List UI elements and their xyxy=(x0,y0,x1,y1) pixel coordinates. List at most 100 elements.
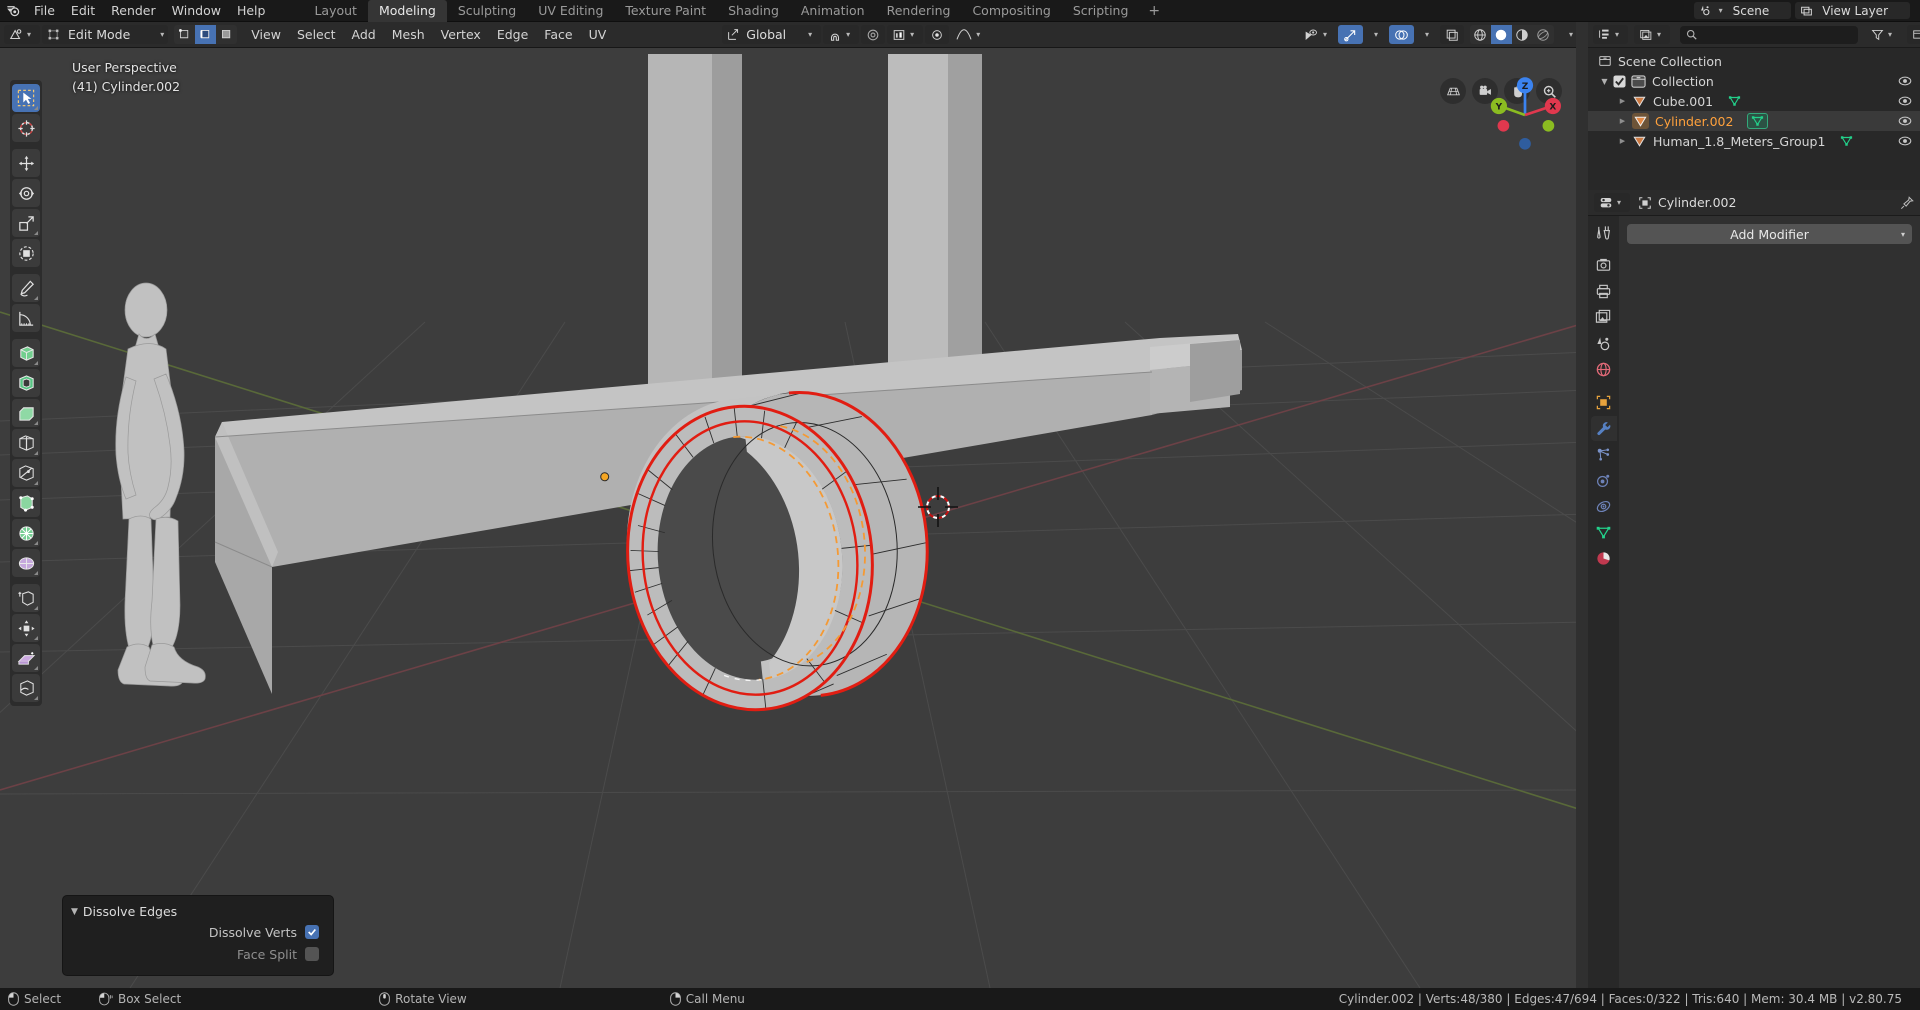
add-workspace-button[interactable]: + xyxy=(1139,3,1169,19)
shading-rendered-button[interactable] xyxy=(1532,25,1554,44)
workspace-tab-compositing[interactable]: Compositing xyxy=(961,0,1061,22)
menu-view[interactable]: View xyxy=(243,24,289,46)
shading-wireframe-button[interactable] xyxy=(1469,25,1491,44)
menu-mesh[interactable]: Mesh xyxy=(384,24,433,46)
eye-icon[interactable] xyxy=(1898,114,1912,128)
edge-slide-tool[interactable] xyxy=(12,584,40,612)
mode-selector[interactable]: Edit Mode ▾ xyxy=(42,25,169,44)
gizmo-toggle-button[interactable] xyxy=(1337,25,1363,44)
workspace-tab-layout[interactable]: Layout xyxy=(303,0,368,22)
menu-uv[interactable]: UV xyxy=(581,24,615,46)
eye-icon[interactable] xyxy=(1898,94,1912,108)
menu-vertex[interactable]: Vertex xyxy=(433,24,489,46)
menu-help[interactable]: Help xyxy=(229,0,274,22)
xray-toggle-button[interactable] xyxy=(1439,25,1464,44)
proportional-editing-toggle[interactable] xyxy=(925,25,950,44)
shear-tool[interactable] xyxy=(12,644,40,672)
menu-face[interactable]: Face xyxy=(536,24,580,46)
workspace-tab-scripting[interactable]: Scripting xyxy=(1062,0,1140,22)
mesh-data-icon[interactable] xyxy=(1839,134,1854,148)
shrink-fatten-tool[interactable] xyxy=(12,614,40,642)
workspace-tab-animation[interactable]: Animation xyxy=(790,0,876,22)
transform-tool[interactable] xyxy=(12,239,40,267)
workspace-tab-shading[interactable]: Shading xyxy=(717,0,790,22)
collection-visibility-checkbox[interactable] xyxy=(1613,74,1626,88)
particles-tab[interactable] xyxy=(1591,442,1617,467)
world-tab[interactable] xyxy=(1591,357,1617,382)
pin-icon[interactable] xyxy=(1900,195,1914,210)
outliner-id-type-icon[interactable]: ▾ xyxy=(1634,25,1671,44)
workspace-tab-sculpting[interactable]: Sculpting xyxy=(447,0,527,22)
bevel-tool[interactable] xyxy=(12,399,40,427)
spin-tool[interactable] xyxy=(12,519,40,547)
properties-editor-icon[interactable]: ▾ xyxy=(1594,193,1631,212)
overlays-toggle-button[interactable] xyxy=(1388,25,1414,44)
workspace-tab-rendering[interactable]: Rendering xyxy=(876,0,962,22)
view-layer-selector[interactable]: View Layer xyxy=(1795,2,1910,19)
proportional-falloff-selector[interactable]: ▾ xyxy=(951,25,989,44)
view-layer-tab[interactable] xyxy=(1591,305,1617,330)
operator-redo-panel[interactable]: ▼ Dissolve Edges Dissolve Verts Face Spl… xyxy=(62,895,334,976)
blender-logo-icon[interactable] xyxy=(0,0,26,22)
rip-region-tool[interactable] xyxy=(12,674,40,702)
menu-add[interactable]: Add xyxy=(344,24,384,46)
cursor-tool[interactable] xyxy=(12,114,40,142)
editor-type-3dview-icon[interactable]: ▾ xyxy=(4,25,41,44)
overlays-dropdown[interactable]: ▾ xyxy=(1416,25,1438,44)
workspace-tab-uv-editing[interactable]: UV Editing xyxy=(527,0,614,22)
outliner-row-human[interactable]: ▶ Human_1.8_Meters_Group1 xyxy=(1588,131,1920,151)
face-select-mode-button[interactable] xyxy=(216,25,238,44)
editor-divider[interactable] xyxy=(1576,22,1588,988)
menu-window[interactable]: Window xyxy=(164,0,229,22)
constraints-tab[interactable] xyxy=(1591,494,1617,519)
modifier-tab[interactable] xyxy=(1590,416,1617,441)
menu-edit[interactable]: Edit xyxy=(63,0,103,22)
extrude-region-tool[interactable] xyxy=(12,339,40,367)
navigation-gizmo[interactable]: Z Y X xyxy=(1480,70,1570,160)
measure-tool[interactable] xyxy=(12,304,40,332)
object-visibility-button[interactable]: ▾ xyxy=(1299,25,1336,44)
mesh-data-icon[interactable] xyxy=(1727,94,1742,108)
menu-render[interactable]: Render xyxy=(103,0,164,22)
menu-select[interactable]: Select xyxy=(289,24,344,46)
scene-tab[interactable] xyxy=(1591,331,1617,356)
tweak-select-box-tool[interactable] xyxy=(12,84,40,112)
eye-icon[interactable] xyxy=(1898,134,1912,148)
render-tab[interactable] xyxy=(1591,253,1617,278)
filter-funnel-icon[interactable]: ▾ xyxy=(1866,25,1901,44)
transform-orientation-selector[interactable]: Global ▾ xyxy=(722,25,822,44)
move-tool[interactable] xyxy=(12,149,40,177)
outliner-row-scene-collection[interactable]: Scene Collection xyxy=(1588,51,1920,71)
vertex-select-mode-button[interactable] xyxy=(174,25,196,44)
knife-tool[interactable] xyxy=(12,459,40,487)
expand-triangle-icon[interactable]: ▶ xyxy=(1616,117,1629,125)
object-tab[interactable] xyxy=(1591,390,1617,415)
object-data-tab[interactable] xyxy=(1591,520,1617,545)
dissolve-verts-checkbox[interactable] xyxy=(305,925,319,939)
output-tab[interactable] xyxy=(1591,279,1617,304)
smooth-tool[interactable] xyxy=(12,549,40,577)
tool-tab[interactable] xyxy=(1591,220,1617,245)
mesh-data-icon[interactable] xyxy=(1747,113,1769,129)
new-collection-icon[interactable] xyxy=(1907,25,1920,44)
outliner-search-input[interactable] xyxy=(1680,25,1859,44)
outliner-row-cube-001[interactable]: ▶ Cube.001 xyxy=(1588,91,1920,111)
face-split-checkbox[interactable] xyxy=(305,947,319,961)
menu-file[interactable]: File xyxy=(26,0,63,22)
loop-cut-tool[interactable] xyxy=(12,429,40,457)
shading-material-button[interactable] xyxy=(1511,25,1533,44)
proportional-edit-button[interactable] xyxy=(861,25,886,44)
scene-selector[interactable]: ▾ Scene xyxy=(1693,2,1792,19)
eye-icon[interactable] xyxy=(1898,74,1912,88)
mesh-edit-options-button[interactable]: ▾ xyxy=(887,25,924,44)
rotate-tool[interactable] xyxy=(12,179,40,207)
add-modifier-button[interactable]: Add Modifier ▾ xyxy=(1627,224,1912,244)
outliner-row-collection[interactable]: ▼ Collection xyxy=(1588,71,1920,91)
material-tab[interactable] xyxy=(1591,546,1617,571)
workspace-tab-texture-paint[interactable]: Texture Paint xyxy=(614,0,717,22)
expand-triangle-icon[interactable]: ▼ xyxy=(1598,77,1611,86)
snap-toggle-button[interactable]: ▾ xyxy=(823,25,860,44)
poly-build-tool[interactable] xyxy=(12,489,40,517)
workspace-tab-modeling[interactable]: Modeling xyxy=(367,0,447,22)
inset-faces-tool[interactable] xyxy=(12,369,40,397)
